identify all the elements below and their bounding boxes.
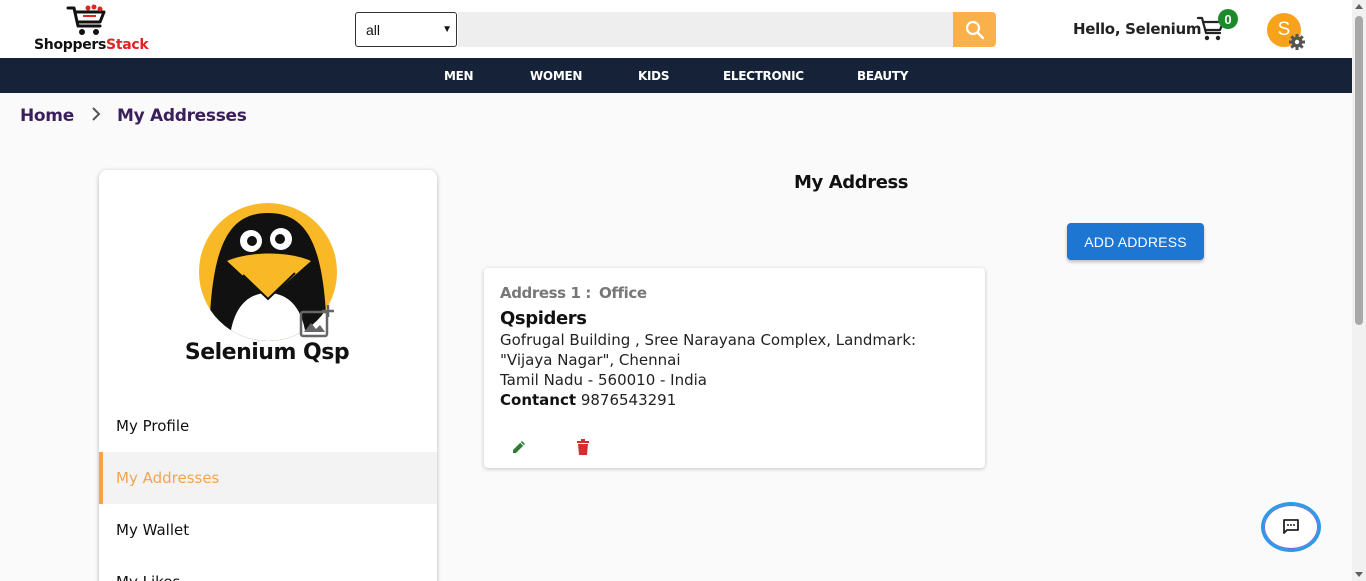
edit-address-button[interactable]: [508, 436, 530, 458]
greeting: Hello, Selenium: [1073, 20, 1202, 38]
address-line-2: "Vijaya Nagar", Chennai: [500, 351, 681, 369]
profile-name: Selenium Qsp: [184, 340, 350, 365]
scrollbar-thumb[interactable]: [1355, 16, 1363, 325]
contact-value: 9876543291: [580, 391, 677, 409]
delete-address-button[interactable]: [572, 436, 594, 458]
header: ShoppersStack all ▼ Hello, Selenium 0 S: [0, 0, 1352, 58]
add-address-button[interactable]: ADD ADDRESS: [1067, 223, 1204, 260]
chevron-right-icon: [91, 107, 101, 125]
chat-button[interactable]: [1261, 502, 1321, 552]
address-contact: Contanct 9876543291: [500, 391, 676, 409]
page-title: My Address: [794, 172, 909, 193]
address-card: Address 1 : Office Qspiders Gofrugal Buil…: [484, 268, 985, 468]
category-select-value: all: [366, 21, 381, 38]
scroll-down-arrow-icon[interactable]: [1355, 572, 1363, 577]
breadcrumb: Home My Addresses: [20, 106, 247, 126]
nav-item-kids[interactable]: KIDS: [638, 58, 669, 93]
address-name: Qspiders: [500, 308, 587, 329]
nav-item-women[interactable]: WOMEN: [530, 58, 582, 93]
search-bar: all ▼: [355, 12, 996, 47]
menu-item-my-wallet[interactable]: My Wallet: [99, 504, 437, 556]
chevron-down-icon: ▼: [442, 24, 452, 35]
menu-item-my-addresses[interactable]: My Addresses: [99, 452, 437, 504]
breadcrumb-home[interactable]: Home: [20, 106, 74, 126]
contact-label: Contanct: [500, 391, 577, 409]
cart-count-badge: 0: [1218, 9, 1238, 29]
nav-item-beauty[interactable]: BEAUTY: [857, 58, 908, 93]
nav-item-electronic[interactable]: ELECTRONIC: [723, 58, 804, 93]
pencil-icon: [513, 441, 525, 453]
category-select[interactable]: all ▼: [355, 12, 457, 47]
menu-item-my-profile[interactable]: My Profile: [99, 400, 437, 452]
search-icon: [965, 20, 984, 39]
scroll-up-arrow-icon[interactable]: [1355, 4, 1363, 9]
trash-icon: [577, 439, 589, 455]
chat-icon: [1283, 519, 1299, 534]
address-label: Address 1 : Office: [500, 284, 647, 302]
breadcrumb-current: My Addresses: [116, 106, 247, 126]
address-number: Address 1 :: [500, 284, 591, 302]
address-type: Office: [599, 284, 647, 302]
category-navbar: MEN WOMEN KIDS ELECTRONIC BEAUTY: [0, 58, 1352, 93]
shopping-cart-logo-icon: [66, 4, 106, 35]
search-input[interactable]: [458, 12, 953, 47]
search-button[interactable]: [953, 12, 996, 47]
address-line-1: Gofrugal Building , Sree Narayana Comple…: [500, 331, 917, 349]
logo[interactable]: ShoppersStack: [30, 4, 160, 54]
menu-item-my-likes[interactable]: My Likes: [99, 556, 437, 581]
profile-sidebar: Selenium Qsp My Profile My Addresses My …: [99, 170, 437, 581]
address-line-3: Tamil Nadu - 560010 - India: [500, 371, 707, 389]
gear-icon[interactable]: [1288, 33, 1306, 51]
page-scrollbar[interactable]: [1352, 0, 1366, 581]
add-photo-icon[interactable]: [299, 304, 335, 338]
logo-text: ShoppersStack: [34, 37, 149, 53]
nav-item-men[interactable]: MEN: [444, 58, 474, 93]
